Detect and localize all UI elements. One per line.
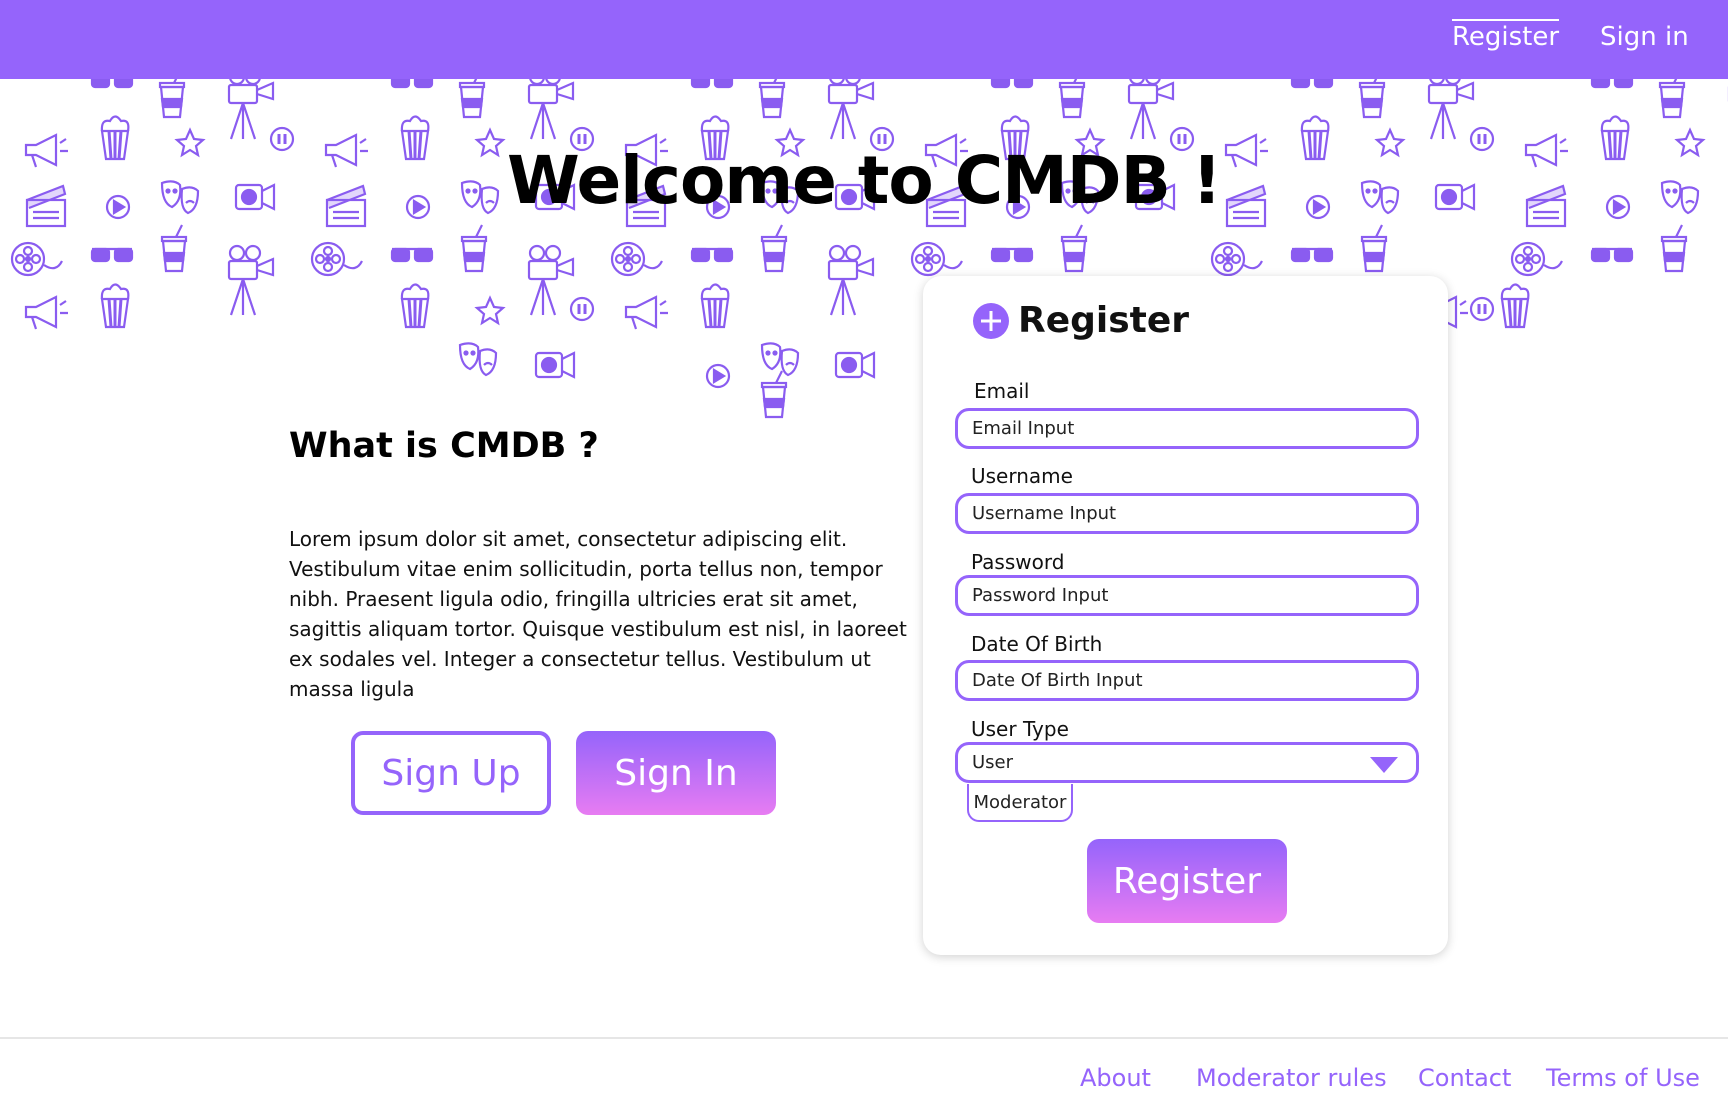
footer-contact-link[interactable]: Contact (1418, 1064, 1511, 1092)
plus-circle-icon (973, 302, 1009, 339)
top-nav-bar: Register Sign in (0, 0, 1728, 79)
about-heading: What is CMDB ? (289, 426, 599, 466)
username-label: Username (971, 464, 1073, 488)
register-card-title: Register (1018, 300, 1190, 341)
about-description: Lorem ipsum dolor sit amet, consectetur … (289, 527, 907, 701)
register-card-header: Register (973, 300, 1189, 341)
user-type-label: User Type (971, 717, 1069, 741)
footer-terms-link[interactable]: Terms of Use (1546, 1064, 1700, 1092)
footer-moderator-rules-link[interactable]: Moderator rules (1196, 1064, 1387, 1092)
date-of-birth-input[interactable]: Date Of Birth Input (955, 660, 1419, 701)
email-label: Email (974, 379, 1030, 403)
username-input[interactable]: Username Input (955, 493, 1419, 534)
page: Register Sign in Welcome to CMDB ! What … (0, 0, 1728, 1117)
cinema-doodle-pattern (0, 79, 1728, 419)
sign-in-button[interactable]: Sign In (576, 731, 776, 815)
hero-title: Welcome to CMDB ! (507, 142, 1222, 219)
password-input[interactable]: Password Input (955, 575, 1419, 616)
nav-sign-in-link[interactable]: Sign in (1600, 22, 1689, 52)
user-type-option-moderator[interactable]: Moderator (967, 784, 1073, 822)
footer-divider (0, 1037, 1728, 1039)
sign-up-button[interactable]: Sign Up (351, 731, 551, 815)
dropdown-caret-icon[interactable] (1370, 757, 1398, 773)
user-type-select[interactable]: User (955, 742, 1419, 783)
date-of-birth-label: Date Of Birth (971, 632, 1103, 656)
register-submit-button[interactable]: Register (1087, 839, 1287, 923)
user-type-selected-value: User (972, 752, 1014, 773)
footer-about-link[interactable]: About (1080, 1064, 1151, 1092)
nav-register-link[interactable]: Register (1452, 19, 1560, 52)
register-card: Register Email Email Input Username User… (923, 276, 1448, 955)
email-input[interactable]: Email Input (955, 408, 1419, 449)
password-label: Password (971, 550, 1065, 574)
